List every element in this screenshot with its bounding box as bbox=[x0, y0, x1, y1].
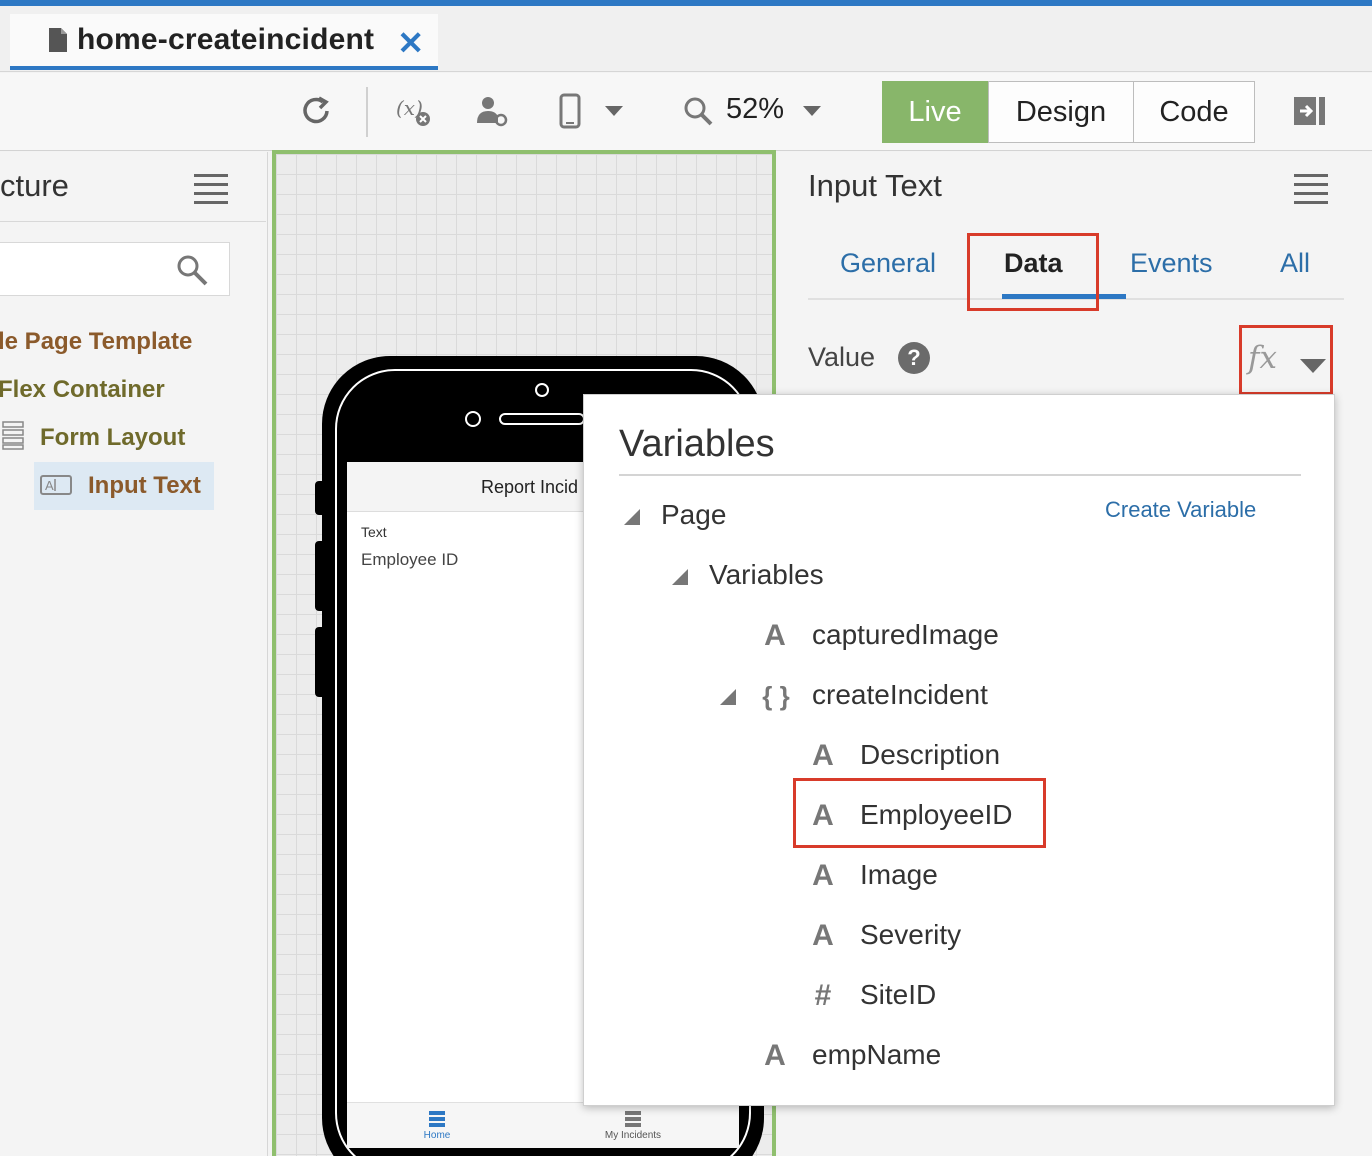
string-type-icon: A bbox=[812, 859, 834, 892]
user-settings-icon[interactable] bbox=[470, 89, 514, 133]
refresh-icon[interactable] bbox=[294, 89, 338, 133]
preview-field-label: Text bbox=[361, 524, 387, 540]
phone-camera bbox=[535, 383, 549, 397]
designer-toolbar: (x) 52% Live Design Code bbox=[0, 73, 1372, 151]
tab-all[interactable]: All bbox=[1280, 248, 1310, 279]
highlight-employeeid bbox=[793, 778, 1046, 848]
device-phone-icon[interactable] bbox=[548, 89, 592, 133]
preview-bottom-nav: Home My Incidents bbox=[347, 1102, 739, 1148]
phone-side-button bbox=[315, 627, 327, 697]
preview-page-title: Report Incid bbox=[481, 477, 579, 497]
input-text-icon: A bbox=[40, 474, 72, 501]
close-icon[interactable]: ✕ bbox=[397, 24, 424, 62]
grid-icon bbox=[625, 1111, 641, 1127]
string-type-icon: A bbox=[812, 739, 834, 772]
variable-siteID[interactable]: SiteID bbox=[860, 979, 936, 1011]
collapse-triangle-icon[interactable] bbox=[672, 569, 688, 585]
preview-nav-home[interactable]: Home bbox=[387, 1111, 487, 1141]
tree-node-page[interactable]: Page bbox=[661, 499, 726, 531]
structure-header: cture bbox=[0, 152, 266, 222]
string-type-icon: A bbox=[764, 619, 786, 652]
tab-general[interactable]: General bbox=[840, 248, 936, 279]
list-icon bbox=[429, 1111, 445, 1127]
structure-menu-icon[interactable] bbox=[194, 174, 228, 204]
number-type-icon: # bbox=[814, 979, 832, 1012]
design-mode-button[interactable]: Design bbox=[988, 81, 1134, 143]
preview-field-value[interactable]: Employee ID bbox=[361, 550, 458, 570]
properties-title: Input Text bbox=[808, 168, 942, 203]
structure-panel: cture le Page Template Flex Container Fo… bbox=[0, 152, 268, 1156]
collapse-triangle-icon[interactable] bbox=[720, 689, 736, 705]
variable-createIncident[interactable]: createIncident bbox=[812, 679, 988, 711]
variables-icon[interactable]: (x) bbox=[392, 89, 436, 133]
form-layout-icon bbox=[2, 420, 24, 455]
variables-popup-title: Variables bbox=[619, 423, 775, 465]
tree-item-flex-container[interactable]: Flex Container bbox=[0, 376, 165, 404]
structure-search-input[interactable] bbox=[0, 242, 230, 296]
tree-item-page-template[interactable]: le Page Template bbox=[0, 328, 192, 356]
variable-description[interactable]: Description bbox=[860, 739, 1000, 771]
properties-menu-icon[interactable] bbox=[1294, 174, 1328, 204]
zoom-search-icon[interactable] bbox=[676, 89, 720, 133]
toolbar-separator bbox=[366, 87, 368, 137]
file-icon bbox=[43, 25, 73, 55]
collapse-triangle-icon[interactable] bbox=[624, 509, 640, 525]
create-variable-link[interactable]: Create Variable bbox=[1105, 497, 1256, 523]
tree-item-form-layout[interactable]: Form Layout bbox=[40, 424, 185, 452]
phone-speaker bbox=[499, 413, 585, 425]
string-type-icon: A bbox=[812, 919, 834, 952]
live-mode-button[interactable]: Live bbox=[882, 81, 988, 143]
editor-tab-bar: home-createincident ✕ bbox=[0, 6, 1372, 72]
variable-capturedImage[interactable]: capturedImage bbox=[812, 619, 999, 651]
variables-popup: Variables Create Variable Page Variables… bbox=[583, 394, 1335, 1106]
preview-nav-home-label: Home bbox=[423, 1130, 451, 1141]
variable-empName[interactable]: empName bbox=[812, 1039, 941, 1071]
tree-item-label: Input Text bbox=[88, 472, 201, 499]
search-icon[interactable] bbox=[175, 253, 209, 292]
tree-item-input-text[interactable]: A Input Text bbox=[34, 462, 214, 510]
tab-events[interactable]: Events bbox=[1130, 248, 1213, 279]
zoom-level[interactable]: 52% bbox=[726, 93, 784, 126]
preview-nav-my-incidents-label: My Incidents bbox=[604, 1130, 662, 1141]
collapse-panel-icon[interactable] bbox=[1288, 89, 1332, 133]
zoom-dropdown-icon[interactable] bbox=[790, 89, 834, 133]
variable-severity[interactable]: Severity bbox=[860, 919, 961, 951]
highlight-fx-button bbox=[1239, 325, 1333, 395]
phone-side-button bbox=[315, 541, 327, 611]
phone-side-button bbox=[315, 481, 327, 515]
preview-nav-my-incidents[interactable]: My Incidents bbox=[583, 1111, 683, 1141]
tree-node-variables[interactable]: Variables bbox=[709, 559, 824, 591]
phone-front-camera bbox=[465, 411, 481, 427]
highlight-data-tab bbox=[967, 233, 1099, 311]
help-icon[interactable]: ? bbox=[898, 342, 930, 374]
device-dropdown-icon[interactable] bbox=[592, 89, 636, 133]
popup-divider bbox=[619, 474, 1301, 476]
tab-home-createincident[interactable]: home-createincident ✕ bbox=[10, 14, 438, 70]
code-mode-button[interactable]: Code bbox=[1133, 81, 1255, 143]
structure-title: cture bbox=[0, 168, 69, 203]
object-type-icon: { } bbox=[762, 681, 790, 711]
variable-image[interactable]: Image bbox=[860, 859, 938, 891]
string-type-icon: A bbox=[764, 1039, 786, 1072]
svg-text:A: A bbox=[45, 478, 54, 493]
tab-title: home-createincident bbox=[77, 23, 375, 56]
value-label: Value bbox=[808, 342, 876, 372]
